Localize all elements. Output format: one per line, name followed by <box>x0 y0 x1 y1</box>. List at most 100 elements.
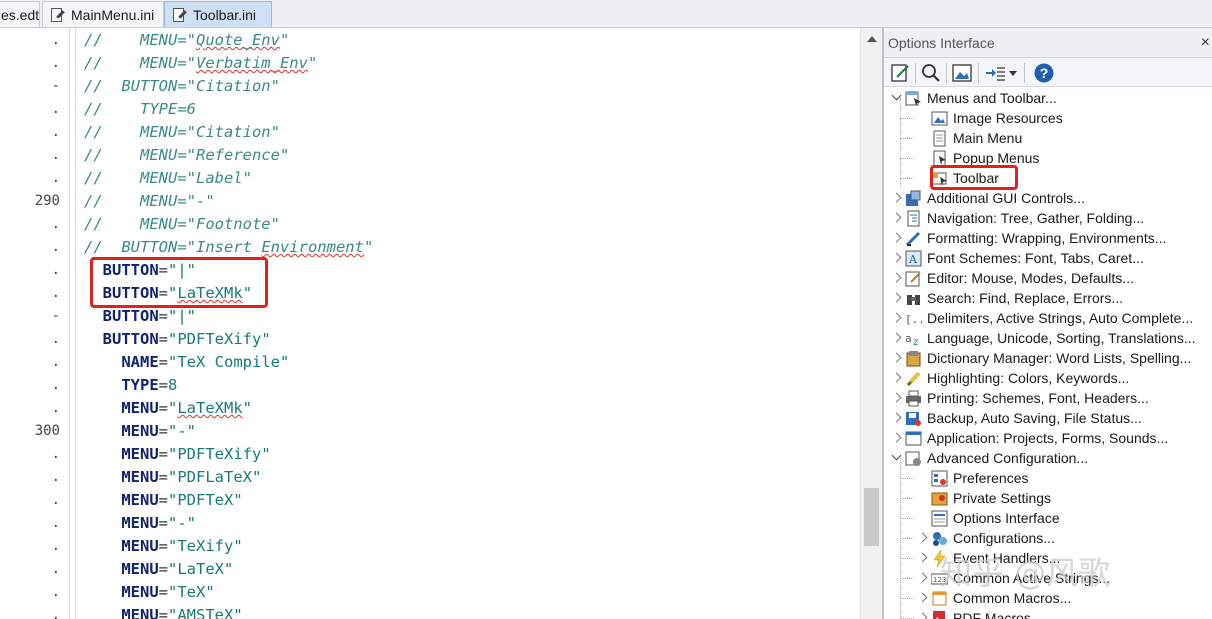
tree-item-language-unicode-sorting-translations[interactable]: a z Language, Unicode, Sorting, Translatio… <box>890 328 1212 348</box>
tab-es-edt[interactable]: es.edt <box>0 1 40 27</box>
chevron-right-icon[interactable] <box>890 288 904 308</box>
chevron-right-icon[interactable] <box>916 548 930 568</box>
code-token: "-" <box>168 422 196 440</box>
formatting-icon <box>905 230 922 247</box>
chevron-right-icon[interactable] <box>916 528 930 548</box>
chevron-right-icon[interactable] <box>916 568 930 588</box>
tree-item-application-projects-forms-sounds[interactable]: Application: Projects, Forms, Sounds... <box>890 428 1212 448</box>
chevron-right-icon[interactable] <box>890 208 904 228</box>
tree-item-image-resources[interactable]: Image Resources <box>916 108 1212 128</box>
tree-item-backup-auto-saving-file-status[interactable]: Backup, Auto Saving, File Status... <box>890 408 1212 428</box>
tree-item-highlighting-colors-keywords[interactable]: Highlighting: Colors, Keywords... <box>890 368 1212 388</box>
chevron-right-icon[interactable] <box>890 368 904 388</box>
code-token: " <box>242 399 253 417</box>
chevron-right-icon[interactable] <box>890 408 904 428</box>
tree-item-font-schemes-font-tabs-caret[interactable]: A Font Schemes: Font, Tabs, Caret... <box>890 248 1212 268</box>
tree-item-editor-mouse-modes-defaults[interactable]: Editor: Mouse, Modes, Defaults... <box>890 268 1212 288</box>
code-line: // MENU="-" <box>84 190 215 213</box>
options-interface-icon <box>931 510 948 527</box>
help-icon[interactable]: ? <box>1032 61 1056 85</box>
tree-item-options-interface[interactable]: Options Interface <box>916 508 1212 528</box>
chevron-right-icon[interactable] <box>890 188 904 208</box>
code-token: MENU <box>121 606 159 619</box>
search-icon[interactable] <box>919 61 943 85</box>
tree-item-configurations[interactable]: Configurations... <box>916 528 1212 548</box>
options-tree[interactable]: Menus and Toolbar... Image Resources Main … <box>884 88 1212 619</box>
code-token: = <box>158 583 168 601</box>
chevron-right-icon[interactable] <box>916 608 930 619</box>
tree-item-advanced-configuration[interactable]: Advanced Configuration... <box>890 448 1212 468</box>
line-number: . <box>51 262 60 278</box>
tree-connector <box>900 538 914 539</box>
close-icon[interactable]: × <box>1201 28 1210 58</box>
private-settings-icon <box>931 490 948 507</box>
tree-item-preferences[interactable]: Preferences <box>916 468 1212 488</box>
code-line: // TYPE=6 <box>84 98 196 121</box>
scrollbar-thumb[interactable] <box>864 488 879 546</box>
code-token: = <box>158 514 168 532</box>
chevron-right-icon[interactable] <box>890 348 904 368</box>
tree-item-label: Configurations... <box>953 530 1055 546</box>
tab-mainmenu-ini[interactable]: MainMenu.ini <box>42 1 164 27</box>
code-token: "PDFTeXify" <box>168 445 271 463</box>
code-line: MENU="LaTeXMk" <box>84 397 252 420</box>
fold-margin <box>66 28 78 619</box>
code-editor[interactable]: .. -.... 290.... -.... 300........ // MENU="… <box>0 28 860 619</box>
tree-item-navigation-tree-gather-folding[interactable]: Navigation: Tree, Gather, Folding... <box>890 208 1212 228</box>
line-number: . <box>51 515 60 531</box>
code-area[interactable]: // MENU="Quote_Env"// MENU="Verbatim_Env… <box>84 28 860 619</box>
code-token: // MENU="-" <box>84 192 215 210</box>
line-number: . <box>51 492 60 508</box>
highlight-box-buttons <box>90 257 268 308</box>
code-token: = <box>158 560 168 578</box>
tree-item-delimiters-active-strings-auto-complete[interactable]: [..] Delimiters, Active Strings, Auto Com… <box>890 308 1212 328</box>
pdf-icon: A <box>931 610 948 619</box>
line-number: . <box>51 469 60 485</box>
tree-item-menus-and-toolbar[interactable]: Menus and Toolbar... <box>890 88 1212 108</box>
tree-item-label: Main Menu <box>953 130 1023 146</box>
chevron-right-icon[interactable] <box>890 268 904 288</box>
tab-toolbar-ini[interactable]: Toolbar.ini <box>164 1 272 27</box>
scroll-up-icon[interactable] <box>867 36 877 42</box>
edit-icon[interactable] <box>888 61 912 85</box>
code-token: = <box>158 491 168 509</box>
editor-scrollbar[interactable] <box>860 28 882 619</box>
line-number: . <box>51 32 60 48</box>
chevron-right-icon[interactable] <box>890 328 904 348</box>
chevron-right-icon[interactable] <box>890 248 904 268</box>
insert-dropdown-icon[interactable] <box>982 61 1018 85</box>
chevron-right-icon[interactable] <box>916 588 930 608</box>
tree-item-printing-schemes-font-headers[interactable]: Printing: Schemes, Font, Headers... <box>890 388 1212 408</box>
chevron-down-icon[interactable] <box>890 448 904 468</box>
tree-item-additional-gui-controls[interactable]: Additional GUI Controls... <box>890 188 1212 208</box>
code-token: // MENU=" <box>84 54 196 72</box>
delimiters-icon: [..] <box>905 310 932 327</box>
tree-item-dictionary-manager-word-lists-spelling[interactable]: Dictionary Manager: Word Lists, Spelling… <box>890 348 1212 368</box>
tree-item-main-menu[interactable]: Main Menu <box>916 128 1212 148</box>
tree-item-toolbar[interactable]: Toolbar <box>916 165 1212 190</box>
tree-item-search-find-replace-errors[interactable]: Search: Find, Replace, Errors... <box>890 288 1212 308</box>
image-icon[interactable] <box>950 61 974 85</box>
chevron-down-icon[interactable] <box>890 88 904 108</box>
chevron-right-icon[interactable] <box>890 388 904 408</box>
line-number: . <box>51 584 60 600</box>
tree-connector <box>900 158 914 159</box>
tree-item-pdf-macros[interactable]: A PDF Macros... <box>916 608 1212 619</box>
document-icon <box>931 130 948 147</box>
chevron-right-icon[interactable] <box>890 308 904 328</box>
line-number: - <box>51 78 60 94</box>
backup-icon <box>905 410 922 427</box>
chevron-right-icon[interactable] <box>890 228 904 248</box>
tree-item-formatting-wrapping-environments[interactable]: Formatting: Wrapping, Environments... <box>890 228 1212 248</box>
code-line: NAME="TeX Compile" <box>84 351 289 374</box>
chevron-right-icon[interactable] <box>890 428 904 448</box>
tree-item-private-settings[interactable]: Private Settings <box>916 488 1212 508</box>
code-token: = <box>158 537 168 555</box>
tree-connector <box>900 558 914 559</box>
code-token: // BUTTON="Insert <box>84 238 262 256</box>
